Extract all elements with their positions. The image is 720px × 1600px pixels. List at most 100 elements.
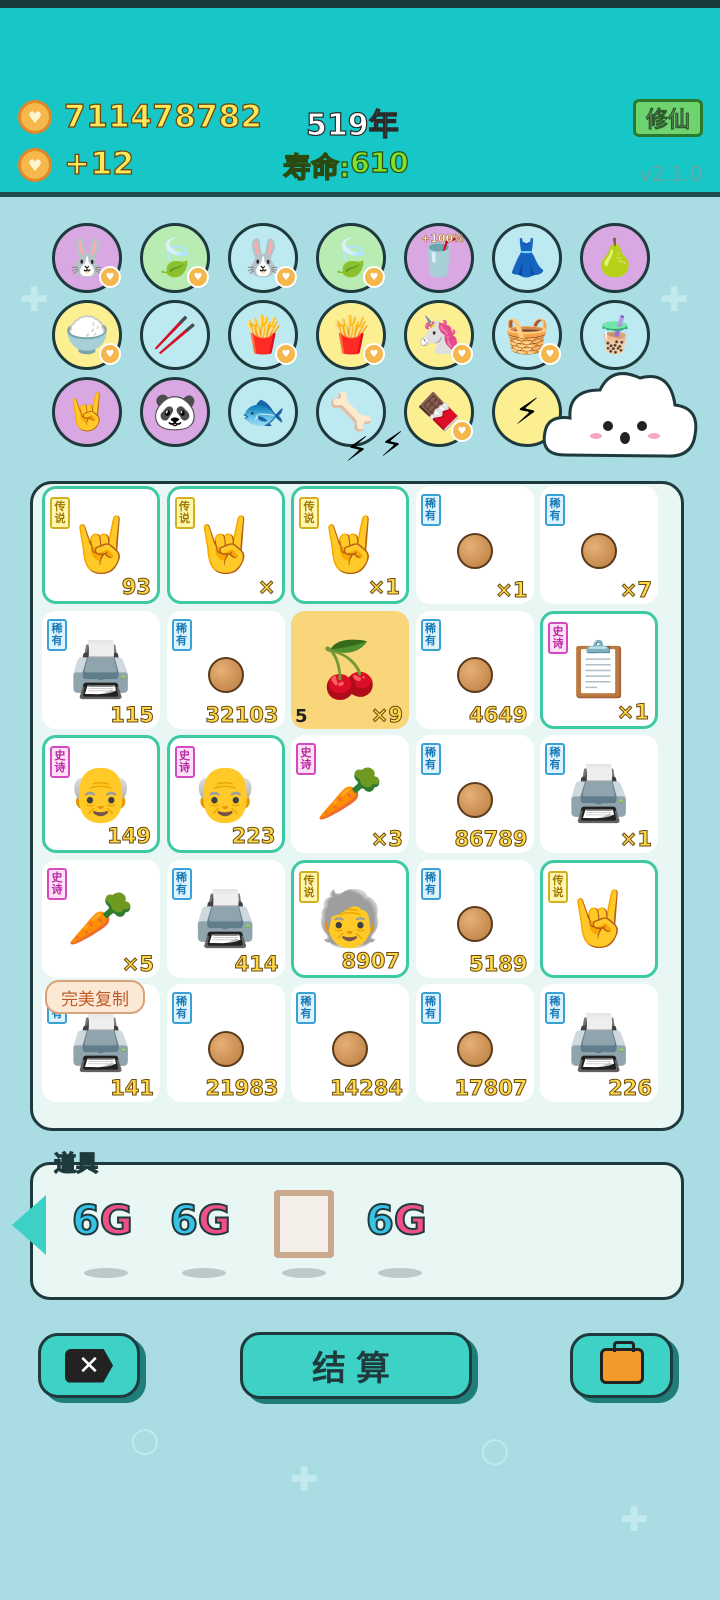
rarity-tag: 史诗 [296,743,316,775]
heart-icon: ♥ [363,266,385,288]
board-cell[interactable]: 稀有 4649 [415,610,534,729]
heart-icon: ♥ [451,343,473,365]
item-icon: 🖨️ [67,637,135,701]
item-count: 223 [231,824,276,849]
tool-item-frame-icon[interactable] [274,1190,334,1258]
lightning-icon: ⚡ [345,430,369,470]
collection-item[interactable]: 🐰 ♥ [52,223,122,293]
settle-button[interactable]: 结算 [240,1332,472,1399]
board-cell[interactable]: 稀有 🖨️ 414 [166,859,285,978]
item-count: ×5 [121,951,154,976]
tool-label-num: 6 [365,1197,395,1245]
board-cell[interactable]: 稀有 ×1 [415,486,534,604]
collection-item[interactable]: 🍐 [580,223,650,293]
board-cell[interactable]: 传说 🤘 93 [42,486,160,604]
board-cell[interactable]: 史诗 👴 149 [42,735,160,853]
walnut-icon [456,906,493,943]
collection-item[interactable]: 🤘 [52,377,122,447]
board-cell[interactable]: 稀有 32103 [166,610,285,729]
cultivate-button[interactable]: 修仙 [633,99,703,137]
collection-item-icon: 🧋 [592,315,638,356]
collection-item[interactable]: 🐰 ♥ [228,223,298,293]
board-cell[interactable]: 🍒 5 ×9 [291,610,409,729]
collection-item[interactable]: 🐼 [140,377,210,447]
backpack-button[interactable] [570,1333,673,1398]
board-cell[interactable]: 史诗 📋 ×1 [540,610,658,729]
rarity-tag: 稀有 [47,618,67,651]
lifespan-value: 610 [350,145,410,179]
heart-icon: ♥ [187,266,209,288]
board-cell[interactable]: 传说 🧓 8907 [291,859,409,978]
collection-item[interactable]: 🍃 ♥ [140,223,210,293]
collection-item[interactable]: 🍟 ♥ [228,300,298,370]
board-cell[interactable]: 稀有 86789 [415,735,534,853]
rarity-tag: 稀有 [420,867,441,900]
collection-item-icon: 🥢 [152,315,198,356]
board-cell[interactable]: 稀有 🖨️ ×1 [540,735,658,853]
board-cell[interactable]: 稀有 🖨️ 115 [42,610,160,729]
board-cell[interactable]: 传说 🤘 ×1 [291,486,409,604]
tool-shadow [378,1268,422,1278]
collection-item[interactable]: 🍃 ♥ [316,223,386,293]
heart-icon: ♥ [363,343,385,365]
walnut-icon [456,532,493,569]
board-cell[interactable]: 稀有 17807 [415,984,534,1102]
rarity-tag: 稀有 [545,743,565,775]
item-count: 5189 [469,951,528,976]
bg-circle-icon: ○ [480,1430,510,1470]
heart-icon: ♥ [99,343,121,365]
item-count: 93 [121,575,151,600]
status-bar [0,0,720,8]
collection-item[interactable]: 🥢 [140,300,210,370]
item-icon: 🖨️ [565,1011,633,1074]
tool-item-6g[interactable]: 6G [71,1197,134,1245]
tool-label-letter: G [393,1197,428,1245]
briefcase-icon [599,1340,644,1384]
tool-item-6g[interactable]: 6G [169,1197,232,1245]
board-cell[interactable]: 史诗 🥕 ×3 [291,735,409,853]
board-cell[interactable]: 传说 🤘 × [166,486,285,604]
board-cell[interactable]: 史诗 🥕 ×5 [42,859,160,978]
item-count: ×3 [370,827,403,852]
tool-item-6g[interactable]: 6G [365,1197,428,1245]
version-label: v2.1.0 [640,162,703,186]
heart-icon: ♥ [275,266,297,288]
coin-count: 711478782 [63,98,263,135]
board-cell[interactable]: 稀有 ×7 [540,486,658,604]
collection-item-icon: 🍐 [592,238,638,279]
tools-title: 道具 [53,1151,99,1177]
collection-item[interactable]: 🐟 [228,377,298,447]
collection-item[interactable]: 👗 [492,223,562,293]
collection-item[interactable]: 🍟 ♥ [316,300,386,370]
item-count: 115 [110,702,155,727]
collection-item[interactable]: 🍫 ♥ [404,377,474,447]
item-count: ×7 [619,578,652,603]
board-cell[interactable]: 稀有 🖨️ 226 [540,984,658,1102]
cloud-mascot-icon[interactable] [540,360,700,470]
board-cell[interactable]: 史诗 👴 223 [166,735,285,853]
item-count: 14284 [329,1076,403,1101]
bg-cross-icon: ✚ [660,280,689,320]
income-coin-icon: ♥ [18,148,52,182]
rarity-tag: 稀有 [171,867,192,900]
item-icon: 🍒 [316,637,384,701]
collection-item-badge: +100% [421,232,465,246]
tools-scroll-left-arrow-icon[interactable] [12,1195,46,1255]
collection-item[interactable]: 🦄 ♥ [404,300,474,370]
board-cell[interactable]: 稀有 5189 [415,859,534,978]
collection-item[interactable]: 🥤 +100% [404,223,474,293]
walnut-icon [207,1030,244,1067]
heart-icon: ♥ [275,343,297,365]
walnut-icon [456,657,493,694]
collection-item[interactable]: 🍚 ♥ [52,300,122,370]
income-rate: +12 [63,145,135,182]
tool-shadow [84,1268,128,1278]
board-cell[interactable]: 传说 🤘 [540,859,658,978]
item-count: 32103 [205,702,279,727]
delete-button[interactable]: ✕ [38,1333,140,1398]
item-count: 226 [608,1076,653,1101]
tool-label-num: 6 [169,1197,199,1245]
item-count: × [257,575,276,600]
board-cell[interactable]: 稀有 14284 [291,984,409,1102]
board-cell[interactable]: 稀有 21983 [166,984,285,1102]
